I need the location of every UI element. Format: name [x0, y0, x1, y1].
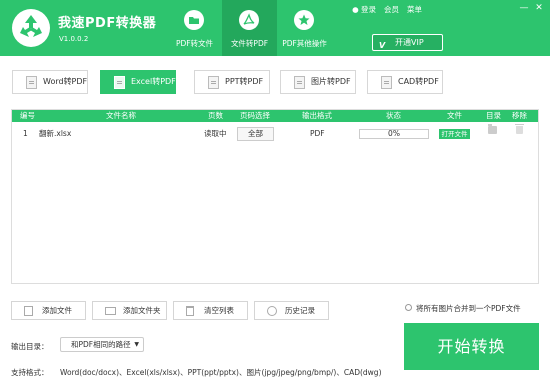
folder-icon — [184, 10, 204, 30]
app-title: 我速PDF转换器 — [58, 16, 157, 31]
app-header: 我速PDF转换器 V1.0.0.2 PDF转文件 文件转PDF PDF其他操作 … — [0, 0, 550, 56]
table-header: 编号 文件名称 页数 页码选择 输出格式 状态 文件 目录 移除 — [12, 110, 538, 122]
tab-ppt-to-pdf[interactable]: PPT转PDF — [194, 70, 270, 94]
col-status: 状态 — [386, 111, 401, 120]
excel-file-icon — [114, 76, 125, 89]
menu-link[interactable]: 菜单 — [407, 4, 422, 15]
col-index: 编号 — [20, 111, 35, 120]
page-select-button[interactable]: 全部 — [237, 127, 274, 141]
login-link[interactable]: ● 登录 — [352, 4, 376, 15]
row-format: PDF — [310, 129, 325, 138]
add-file-button[interactable]: 添加文件 — [11, 301, 86, 320]
row-pages: 读取中 — [204, 129, 227, 138]
tab-word-to-pdf[interactable]: Word转PDF — [12, 70, 88, 94]
formats-label: 支持格式： — [11, 368, 49, 377]
window-controls: — ✕ — [519, 3, 544, 13]
tab-cad-to-pdf[interactable]: CAD转PDF — [367, 70, 443, 94]
formats-text: Word(doc/docx)、Excel(xls/xlsx)、PPT(ppt/p… — [60, 368, 382, 377]
col-file: 文件 — [447, 111, 462, 120]
output-dir-label: 输出目录： — [11, 342, 49, 351]
clock-icon — [267, 306, 277, 316]
progress-label: 0% — [388, 129, 400, 138]
merge-label: 将所有图片合并到一个PDF文件 — [416, 304, 521, 313]
col-format: 输出格式 — [302, 111, 332, 120]
col-page-select: 页码选择 — [240, 111, 270, 120]
tab-excel-to-pdf[interactable]: Excel转PDF — [100, 70, 176, 94]
remove-trash-icon[interactable] — [515, 124, 524, 134]
app-logo — [12, 9, 50, 47]
close-button[interactable]: ✕ — [534, 3, 544, 13]
col-name: 文件名称 — [106, 111, 136, 120]
row-index: 1 — [23, 129, 28, 138]
col-pages: 页数 — [208, 111, 223, 120]
clear-list-button[interactable]: 清空列表 — [173, 301, 248, 320]
word-file-icon — [26, 76, 37, 89]
open-folder-icon[interactable] — [488, 124, 497, 134]
add-file-icon — [24, 306, 33, 316]
cad-file-icon — [381, 76, 392, 89]
output-dir-select[interactable]: 和PDF相同的路径 ▼ — [60, 337, 144, 352]
member-link[interactable]: 会员 — [384, 4, 399, 15]
tab-label: PDF其他操作 — [282, 39, 327, 48]
col-dir: 目录 — [486, 111, 501, 120]
tab-pdf-other[interactable]: PDF其他操作 — [277, 0, 332, 56]
vip-label: 开通VIP — [395, 38, 424, 47]
star-icon — [294, 10, 314, 30]
row-progress: 0% — [359, 129, 429, 139]
history-button[interactable]: 历史记录 — [254, 301, 329, 320]
file-table: 编号 文件名称 页数 页码选择 输出格式 状态 文件 目录 移除 1 翻新.xl… — [11, 109, 539, 284]
add-folder-icon — [105, 307, 116, 315]
open-file-button[interactable]: 打开文件 — [439, 129, 470, 139]
start-convert-button[interactable]: 开始转换 — [404, 323, 539, 370]
minimize-button[interactable]: — — [519, 3, 529, 13]
pdf-icon — [239, 10, 259, 30]
row-filename: 翻新.xlsx — [39, 129, 72, 138]
add-folder-button[interactable]: 添加文件夹 — [92, 301, 167, 320]
col-remove: 移除 — [512, 111, 527, 120]
trash-icon — [186, 306, 194, 316]
recycle-logo-icon — [20, 15, 42, 37]
app-version: V1.0.0.2 — [59, 35, 89, 43]
open-vip-button[interactable]: V 开通VIP — [372, 34, 443, 51]
image-file-icon — [294, 76, 305, 89]
ppt-file-icon — [208, 76, 219, 89]
merge-radio[interactable] — [405, 304, 412, 311]
vip-icon: V — [379, 41, 386, 50]
top-links: ● 登录 会员 菜单 — [352, 4, 422, 15]
table-row: 1 翻新.xlsx 读取中 全部 PDF 0% 打开文件 — [12, 124, 538, 142]
tab-image-to-pdf[interactable]: 图片转PDF — [280, 70, 356, 94]
output-dir-value: 和PDF相同的路径 — [71, 340, 131, 349]
chevron-down-icon: ▼ — [134, 341, 139, 348]
